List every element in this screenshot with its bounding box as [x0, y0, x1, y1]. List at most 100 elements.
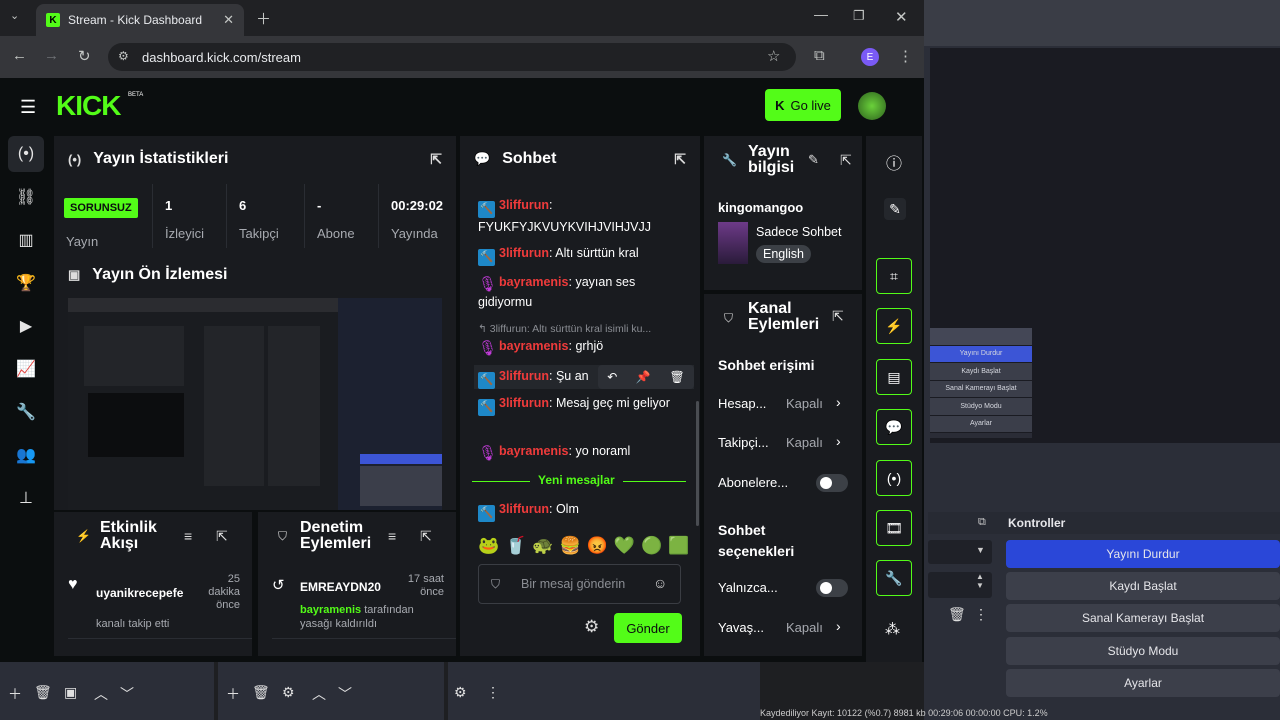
follower-only-value[interactable]: Kapalı [786, 435, 823, 450]
popout-icon[interactable]: ⇱ [430, 151, 442, 168]
sidebar-item-achievements[interactable]: 🏆 [8, 265, 44, 301]
bookmark-star-icon[interactable]: ☆ [767, 47, 780, 65]
tools-button[interactable]: 🔧 [876, 560, 912, 596]
poll-button[interactable]: ▤ [876, 359, 912, 395]
slow-mode-label[interactable]: Yavaş... [718, 620, 764, 635]
trash-icon[interactable]: 🗑 [34, 684, 52, 701]
reload-icon[interactable]: ↻ [78, 47, 91, 65]
chevron-right-icon[interactable]: › [836, 433, 841, 449]
chat-message-hovered[interactable]: 🔨 3liffurun: Şu an ↶ 📌 🗑 [474, 365, 694, 389]
chat-username[interactable]: bayramenis [499, 444, 568, 458]
close-icon[interactable]: ✕ [223, 12, 234, 28]
send-button[interactable]: Gönder [614, 613, 682, 643]
obs-menu-item[interactable]: Yayını Durdur [930, 345, 1032, 363]
filter-icon[interactable]: ▣ [64, 684, 77, 701]
chat-input[interactable]: ⛉ Bir mesaj gönderin ☺ [478, 564, 681, 604]
broadcast-button[interactable]: (•) [876, 460, 912, 496]
sidebar-item-analytics[interactable]: ▥ [8, 222, 44, 258]
emote-icon[interactable]: 🥤 [505, 536, 526, 556]
forward-icon[interactable]: → [44, 47, 59, 64]
raid-button[interactable]: ⚡ [876, 308, 912, 344]
delete-icon[interactable]: 🗑 [669, 366, 684, 388]
filter-icon[interactable]: ≡ [184, 528, 192, 544]
reply-icon[interactable]: ↶ [607, 366, 617, 388]
obs-stop-stream-button[interactable]: Yayını Durdur [1006, 540, 1280, 568]
maximize-icon[interactable]: ❐ [853, 8, 865, 24]
sidebar-item-videos[interactable]: ▶ [8, 308, 44, 344]
chevron-up-icon[interactable]: ︿ [312, 684, 326, 704]
browser-tab[interactable]: K Stream - Kick Dashboard ✕ [36, 4, 244, 36]
chat-scrollbar[interactable] [696, 401, 699, 526]
chat-username[interactable]: 3liffurun [499, 502, 549, 516]
profile-avatar[interactable]: E [861, 48, 879, 66]
clip-button[interactable]: ⌗ [876, 258, 912, 294]
chevron-right-icon[interactable]: › [836, 394, 841, 410]
obs-menu-item[interactable]: Sanal Kamerayı Başlat [930, 380, 1032, 398]
chat-settings-gear-icon[interactable]: ⚙ [584, 617, 599, 637]
chat-username[interactable]: 3liffurun [499, 198, 549, 212]
address-bar[interactable]: dashboard.kick.com/stream [108, 43, 796, 71]
more-icon[interactable]: ⋮ [974, 606, 988, 623]
obs-menu-item[interactable]: Stüdyo Modu [930, 398, 1032, 416]
follower-only-label[interactable]: Takipçi... [718, 435, 769, 450]
sidebar-item-creator[interactable]: ⊥ [8, 480, 44, 516]
stream-category[interactable]: Sadece Sohbet [756, 225, 842, 239]
tab-search-icon[interactable]: ⌄ [10, 9, 19, 22]
emote-icon[interactable]: 🐢 [532, 536, 553, 556]
chevron-down-icon[interactable]: ﹀ [338, 684, 352, 704]
chrome-menu-icon[interactable]: ⋮ [898, 47, 913, 65]
site-info-icon[interactable]: ⚙ [118, 49, 129, 63]
kick-logo[interactable]: KICK [56, 90, 121, 122]
filter-icon[interactable]: ≡ [388, 528, 396, 544]
emote-icon[interactable]: 🟩 [668, 536, 689, 556]
chat-username[interactable]: bayramenis [499, 339, 568, 353]
chat-username[interactable]: 3liffurun [499, 246, 549, 260]
obs-virtual-camera-button[interactable]: Sanal Kamerayı Başlat [1006, 604, 1280, 632]
sidebar-item-growth[interactable]: 📈 [8, 351, 44, 387]
chevron-up-icon[interactable]: ︿ [94, 684, 108, 704]
only-mode-toggle[interactable] [816, 579, 848, 597]
sidebar-item-links[interactable]: ⛓ [8, 179, 44, 215]
info-icon[interactable]: ⓘ [886, 150, 902, 174]
obs-start-recording-button[interactable]: Kaydı Başlat [1006, 572, 1280, 600]
sidebar-item-tools[interactable]: 🔧 [8, 394, 44, 430]
emote-icon[interactable]: 😡 [587, 536, 608, 556]
gear-icon[interactable]: ⚙ [282, 684, 295, 701]
chevron-right-icon[interactable]: › [836, 618, 841, 634]
gear-icon[interactable]: ⚙ [454, 684, 467, 701]
subscribers-only-toggle[interactable] [816, 474, 848, 492]
hamburger-menu-icon[interactable]: ☰ [20, 97, 36, 118]
emote-icon[interactable]: 🐸 [478, 536, 499, 556]
new-tab-icon[interactable]: ＋ [256, 8, 271, 29]
chat-button[interactable]: 💬 [876, 409, 912, 445]
spin-icon[interactable]: ▲ ▼ [976, 572, 984, 590]
go-live-button[interactable]: K Go live [765, 89, 841, 121]
sidebar-item-stream[interactable]: (•) [8, 136, 44, 172]
obs-studio-mode-button[interactable]: Stüdyo Modu [1006, 637, 1280, 665]
preview-video[interactable] [68, 298, 442, 510]
new-messages-divider[interactable]: Yeni mesajlar [530, 473, 623, 487]
slow-mode-value[interactable]: Kapalı [786, 620, 823, 635]
back-icon[interactable]: ← [12, 47, 27, 64]
popout-icon[interactable]: ⇱ [420, 528, 432, 545]
emote-icon[interactable]: 💚 [614, 536, 635, 556]
chat-username[interactable]: bayramenis [499, 275, 568, 289]
emote-icon[interactable]: 🍔 [560, 536, 581, 556]
add-icon[interactable]: ＋ [8, 684, 22, 704]
extensions-icon[interactable]: ⧉ [814, 47, 825, 64]
obs-menu-item[interactable]: Ayarlar [930, 415, 1032, 433]
chevron-down-icon[interactable]: ▼ [976, 545, 985, 555]
more-icon[interactable]: ⋮ [486, 684, 500, 701]
edit-icon[interactable]: ✎ [808, 152, 819, 168]
chat-username[interactable]: 3liffurun [499, 369, 549, 383]
account-age-label[interactable]: Hesap... [718, 396, 766, 411]
chat-username[interactable]: 3liffurun [499, 396, 549, 410]
video-settings-button[interactable]: 🎞 [876, 510, 912, 546]
pin-icon[interactable]: 📌 [636, 366, 651, 388]
trash-icon[interactable]: 🗑 [948, 606, 966, 623]
popout-icon[interactable]: ⇱ [674, 151, 686, 168]
user-avatar[interactable] [858, 92, 886, 120]
popout-icon[interactable]: ⇱ [840, 152, 852, 169]
popout-icon[interactable]: ⇱ [216, 528, 228, 545]
obs-dock-icon[interactable]: ⧉ [978, 516, 986, 529]
